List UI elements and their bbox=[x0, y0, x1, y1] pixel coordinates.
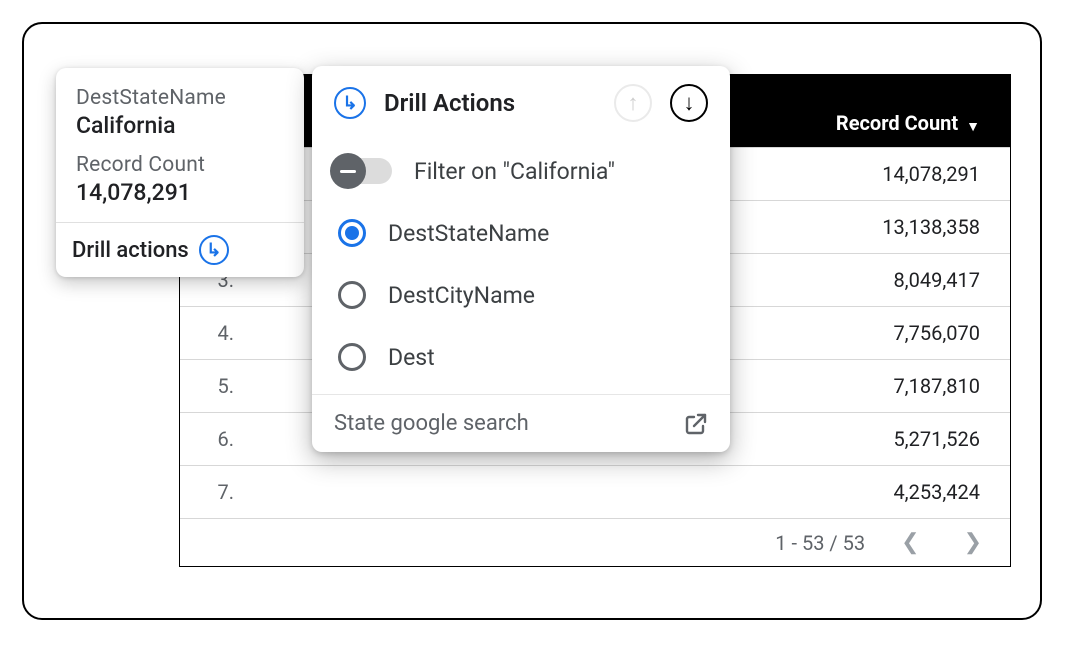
row-index: 4. bbox=[180, 321, 244, 345]
drill-option[interactable]: DestCityName bbox=[334, 264, 708, 326]
tooltip-metric-label: Record Count bbox=[76, 153, 284, 177]
tooltip-metric-value: 14,078,291 bbox=[76, 179, 284, 206]
radio-unselected[interactable] bbox=[338, 343, 366, 371]
radio-selected[interactable] bbox=[338, 219, 366, 247]
tooltip-field-value: California bbox=[76, 112, 284, 139]
drill-actions-panel: ↳ Drill Actions ↑ ↓ Filter on "Californi… bbox=[312, 66, 730, 452]
drill-option[interactable]: DestStateName bbox=[334, 202, 708, 264]
app-frame: Record Count ▼ 1. 14,078,291 2. 13,138,3… bbox=[22, 22, 1042, 620]
drill-option[interactable]: Dest bbox=[334, 326, 708, 388]
drill-up-button[interactable]: ↑ bbox=[614, 84, 652, 122]
minus-icon bbox=[330, 153, 366, 189]
drill-option-label: DestStateName bbox=[388, 220, 549, 247]
table-row[interactable]: 7. 4,253,424 bbox=[180, 465, 1010, 518]
drill-down-button[interactable]: ↓ bbox=[670, 84, 708, 122]
filter-toggle-row[interactable]: Filter on "California" bbox=[334, 140, 708, 202]
radio-unselected[interactable] bbox=[338, 281, 366, 309]
row-value: 4,253,424 bbox=[664, 480, 1010, 504]
column-header-label: Record Count bbox=[836, 111, 958, 135]
filter-toggle-label: Filter on "California" bbox=[414, 158, 615, 185]
external-search-link[interactable]: State google search bbox=[312, 394, 730, 452]
drill-option-label: DestCityName bbox=[388, 282, 535, 309]
filter-toggle[interactable] bbox=[334, 158, 392, 184]
table-pager: 1 - 53 / 53 ❮ ❯ bbox=[180, 518, 1010, 566]
drill-enter-icon: ↳ bbox=[334, 87, 366, 119]
drill-actions-link[interactable]: Drill actions ↳ bbox=[56, 222, 304, 277]
drill-actions-label: Drill actions bbox=[72, 238, 189, 263]
sort-desc-icon: ▼ bbox=[966, 118, 980, 135]
row-index: 7. bbox=[180, 480, 244, 504]
pager-range: 1 - 53 / 53 bbox=[775, 531, 865, 555]
external-search-label: State google search bbox=[334, 411, 529, 436]
panel-title: Drill Actions bbox=[384, 89, 596, 117]
tooltip-field-label: DestStateName bbox=[76, 86, 284, 110]
pager-next-button[interactable]: ❯ bbox=[956, 530, 990, 555]
drill-enter-icon: ↳ bbox=[199, 235, 229, 265]
open-in-new-icon bbox=[684, 412, 708, 436]
drill-option-label: Dest bbox=[388, 344, 435, 371]
row-index: 6. bbox=[180, 427, 244, 451]
row-index: 5. bbox=[180, 374, 244, 398]
pager-prev-button[interactable]: ❮ bbox=[893, 530, 927, 555]
tooltip-card: DestStateName California Record Count 14… bbox=[56, 68, 304, 277]
